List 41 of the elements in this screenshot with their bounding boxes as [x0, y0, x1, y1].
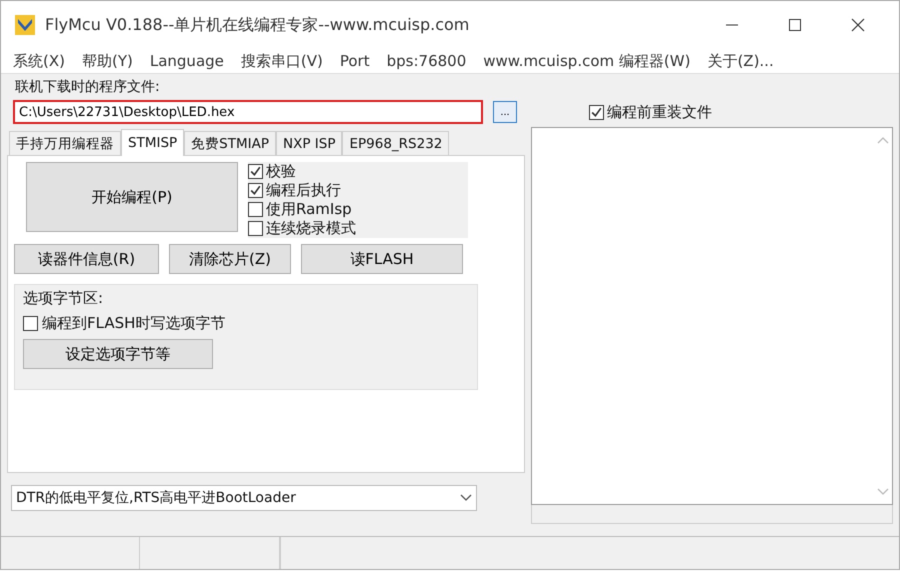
checkbox-label: 校验 [266, 162, 296, 181]
action-button[interactable]: 读FLASH [301, 244, 463, 274]
file-label: 联机下载时的程序文件: [14, 78, 161, 95]
window-title: FlyMcu V0.188--单片机在线编程专家--www.mcuisp.com [45, 14, 470, 36]
checkbox[interactable] [23, 316, 38, 331]
checkbox[interactable] [248, 221, 263, 236]
menu-item[interactable]: 帮助(Y) [82, 52, 133, 70]
checkbox-label: 编程后执行 [266, 181, 341, 200]
menu-item[interactable]: Port [340, 52, 370, 70]
checkbox[interactable] [248, 164, 263, 179]
menu-item[interactable]: 搜索串口(V) [240, 52, 323, 70]
menu-item[interactable]: Language [150, 52, 224, 70]
checkbox[interactable] [248, 183, 263, 198]
start-programming-button[interactable]: 开始编程(P) [26, 162, 238, 232]
tab[interactable]: STMISP [121, 129, 184, 156]
menu-item[interactable]: 系统(X) [13, 52, 65, 70]
set-option-bytes-button[interactable]: 设定选项字节等 [23, 339, 213, 369]
reset-mode-dropdown[interactable]: DTR的低电平复位,RTS高电平进BootLoader [11, 485, 477, 511]
checkbox-label: 连续烧录模式 [266, 219, 356, 238]
horizontal-scrollbar[interactable] [531, 505, 893, 524]
action-button[interactable]: 清除芯片(Z) [169, 244, 291, 274]
menu-item[interactable]: www.mcuisp.com 编程器(W) [483, 52, 690, 70]
caret-icon [460, 494, 472, 502]
tab[interactable]: 手持万用编程器 [9, 131, 121, 155]
tab[interactable]: NXP ISP [276, 131, 342, 155]
tab[interactable]: 免费STMIAP [184, 131, 276, 155]
close-icon[interactable] [851, 18, 865, 32]
checkbox-label: 使用RamIsp [266, 200, 352, 219]
group-title: 选项字节区: [23, 289, 104, 308]
menu-item[interactable]: 关于(Z)... [707, 52, 774, 70]
browse-button[interactable]: ... [493, 101, 517, 123]
app-icon [15, 15, 35, 35]
menu-item[interactable]: bps:76800 [386, 52, 466, 70]
checkbox[interactable] [248, 202, 263, 217]
checkbox[interactable] [589, 104, 604, 120]
checkbox-label: 编程到FLASH时写选项字节 [42, 314, 226, 333]
file-path-field[interactable]: C:\Users\22731\Desktop\LED.hex [13, 100, 483, 124]
checkbox-label: 编程前重装文件 [607, 102, 712, 122]
maximize-icon[interactable] [788, 18, 802, 32]
action-button[interactable]: 读器件信息(R) [14, 244, 159, 274]
tab[interactable]: EP968_RS232 [342, 131, 450, 155]
